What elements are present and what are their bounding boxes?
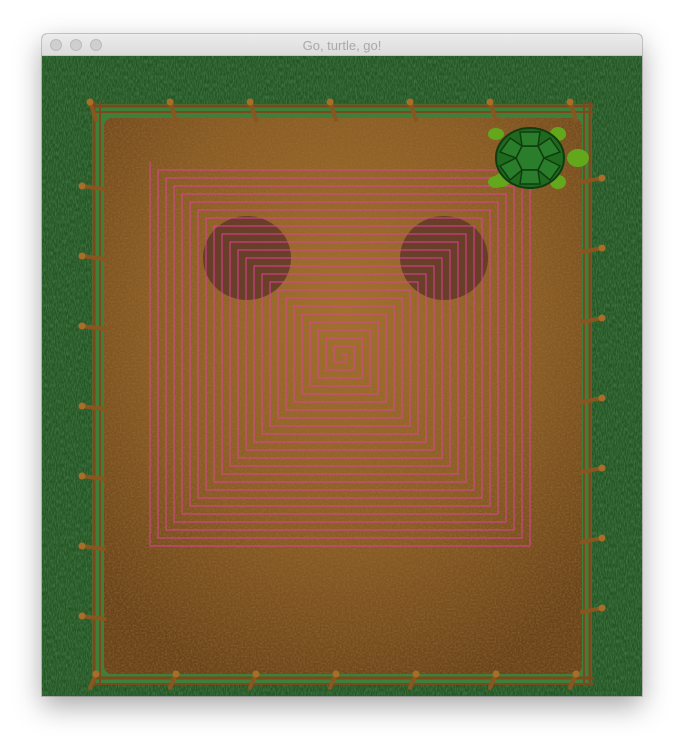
fence-post-bottom-5-cap [492,670,500,678]
fence-post-left-4-cap [78,472,86,480]
fence-post-top-3-cap [326,98,334,106]
fence-post-bottom-6-cap [572,670,580,678]
fence-post-top-1-cap [166,98,174,106]
fence-post-left-3-cap [78,402,86,410]
fence-post-right-1-cap [598,244,606,252]
scene-svg [42,56,642,696]
fence-post-right-6-cap [598,604,606,612]
fence-post-top-6-cap [566,98,574,106]
dirt-texture [104,118,582,674]
fence-post-top-2-cap [246,98,254,106]
fence-post-bottom-3-cap [332,670,340,678]
fence-post-left-0-cap [78,182,86,190]
fence-post-right-0-cap [598,174,606,182]
window-title: Go, turtle, go! [302,38,382,53]
turtle-canvas[interactable] [42,56,642,696]
title-bar: Go, turtle, go! [42,34,642,56]
fence-post-right-2-cap [598,314,606,322]
fence-post-left-6-cap [78,612,86,620]
fence-post-left-5-cap [78,542,86,550]
fence-post-top-4-cap [406,98,414,106]
fence-post-left-1-cap [78,252,86,260]
fence-post-left-2-cap [78,322,86,330]
fence-post-right-5-cap [598,534,606,542]
turtle-tail-left [488,128,504,140]
turtle-tail-right [488,176,504,188]
fence-post-top-0-cap [86,98,94,106]
fence-post-bottom-0-cap [92,670,100,678]
fence-post-bottom-1-cap [172,670,180,678]
fence-post-right-3-cap [598,394,606,402]
app-window: Go, turtle, go! [42,34,642,696]
fence-post-right-4-cap [598,464,606,472]
fence-post-bottom-4-cap [412,670,420,678]
turtle-head [567,149,589,167]
fence-post-top-5-cap [486,98,494,106]
fence-post-bottom-2-cap [252,670,260,678]
